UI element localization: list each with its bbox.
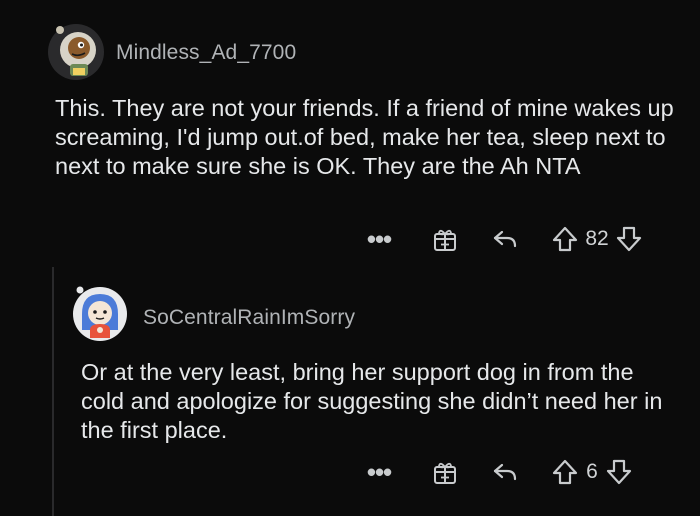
- arrow-up-icon: [552, 226, 578, 252]
- gift-icon: [434, 229, 456, 251]
- reply-arrow-icon: [493, 230, 517, 248]
- vote-count: 6: [586, 460, 598, 483]
- username[interactable]: SoCentralRainImSorry: [143, 306, 355, 330]
- comment: Mindless_Ad_7700 This. They are not your…: [0, 0, 700, 270]
- avatar[interactable]: [72, 286, 128, 342]
- username[interactable]: Mindless_Ad_7700: [116, 41, 296, 65]
- award-button[interactable]: [430, 224, 460, 254]
- comment-actions: ••• 82: [362, 222, 644, 256]
- upvote-button[interactable]: [550, 224, 580, 254]
- gift-icon: [434, 462, 456, 484]
- comment-body: Or at the very least, bring her support …: [81, 359, 663, 443]
- arrow-up-icon: [552, 459, 578, 485]
- upvote-button[interactable]: [550, 457, 580, 487]
- reply-arrow-icon: [493, 463, 517, 481]
- avatar-image-icon: [73, 286, 127, 341]
- downvote-button[interactable]: [604, 457, 634, 487]
- reply-button[interactable]: [490, 457, 520, 487]
- vote-group: 6: [550, 457, 634, 487]
- arrow-down-icon: [606, 459, 632, 485]
- avatar[interactable]: [48, 24, 104, 80]
- vote-count: 82: [585, 227, 609, 250]
- comment-body: This. They are not your friends. If a fr…: [55, 95, 674, 179]
- downvote-button[interactable]: [614, 224, 644, 254]
- comment-actions: ••• 6: [362, 455, 634, 489]
- reply-comment: SoCentralRainImSorry Or at the very leas…: [0, 270, 700, 516]
- reply-button[interactable]: [490, 224, 520, 254]
- award-button[interactable]: [430, 457, 460, 487]
- more-options-button[interactable]: •••: [362, 457, 396, 487]
- more-options-button[interactable]: •••: [362, 224, 396, 254]
- arrow-down-icon: [616, 226, 642, 252]
- avatar-image-icon: [48, 24, 104, 80]
- vote-group: 82: [550, 224, 644, 254]
